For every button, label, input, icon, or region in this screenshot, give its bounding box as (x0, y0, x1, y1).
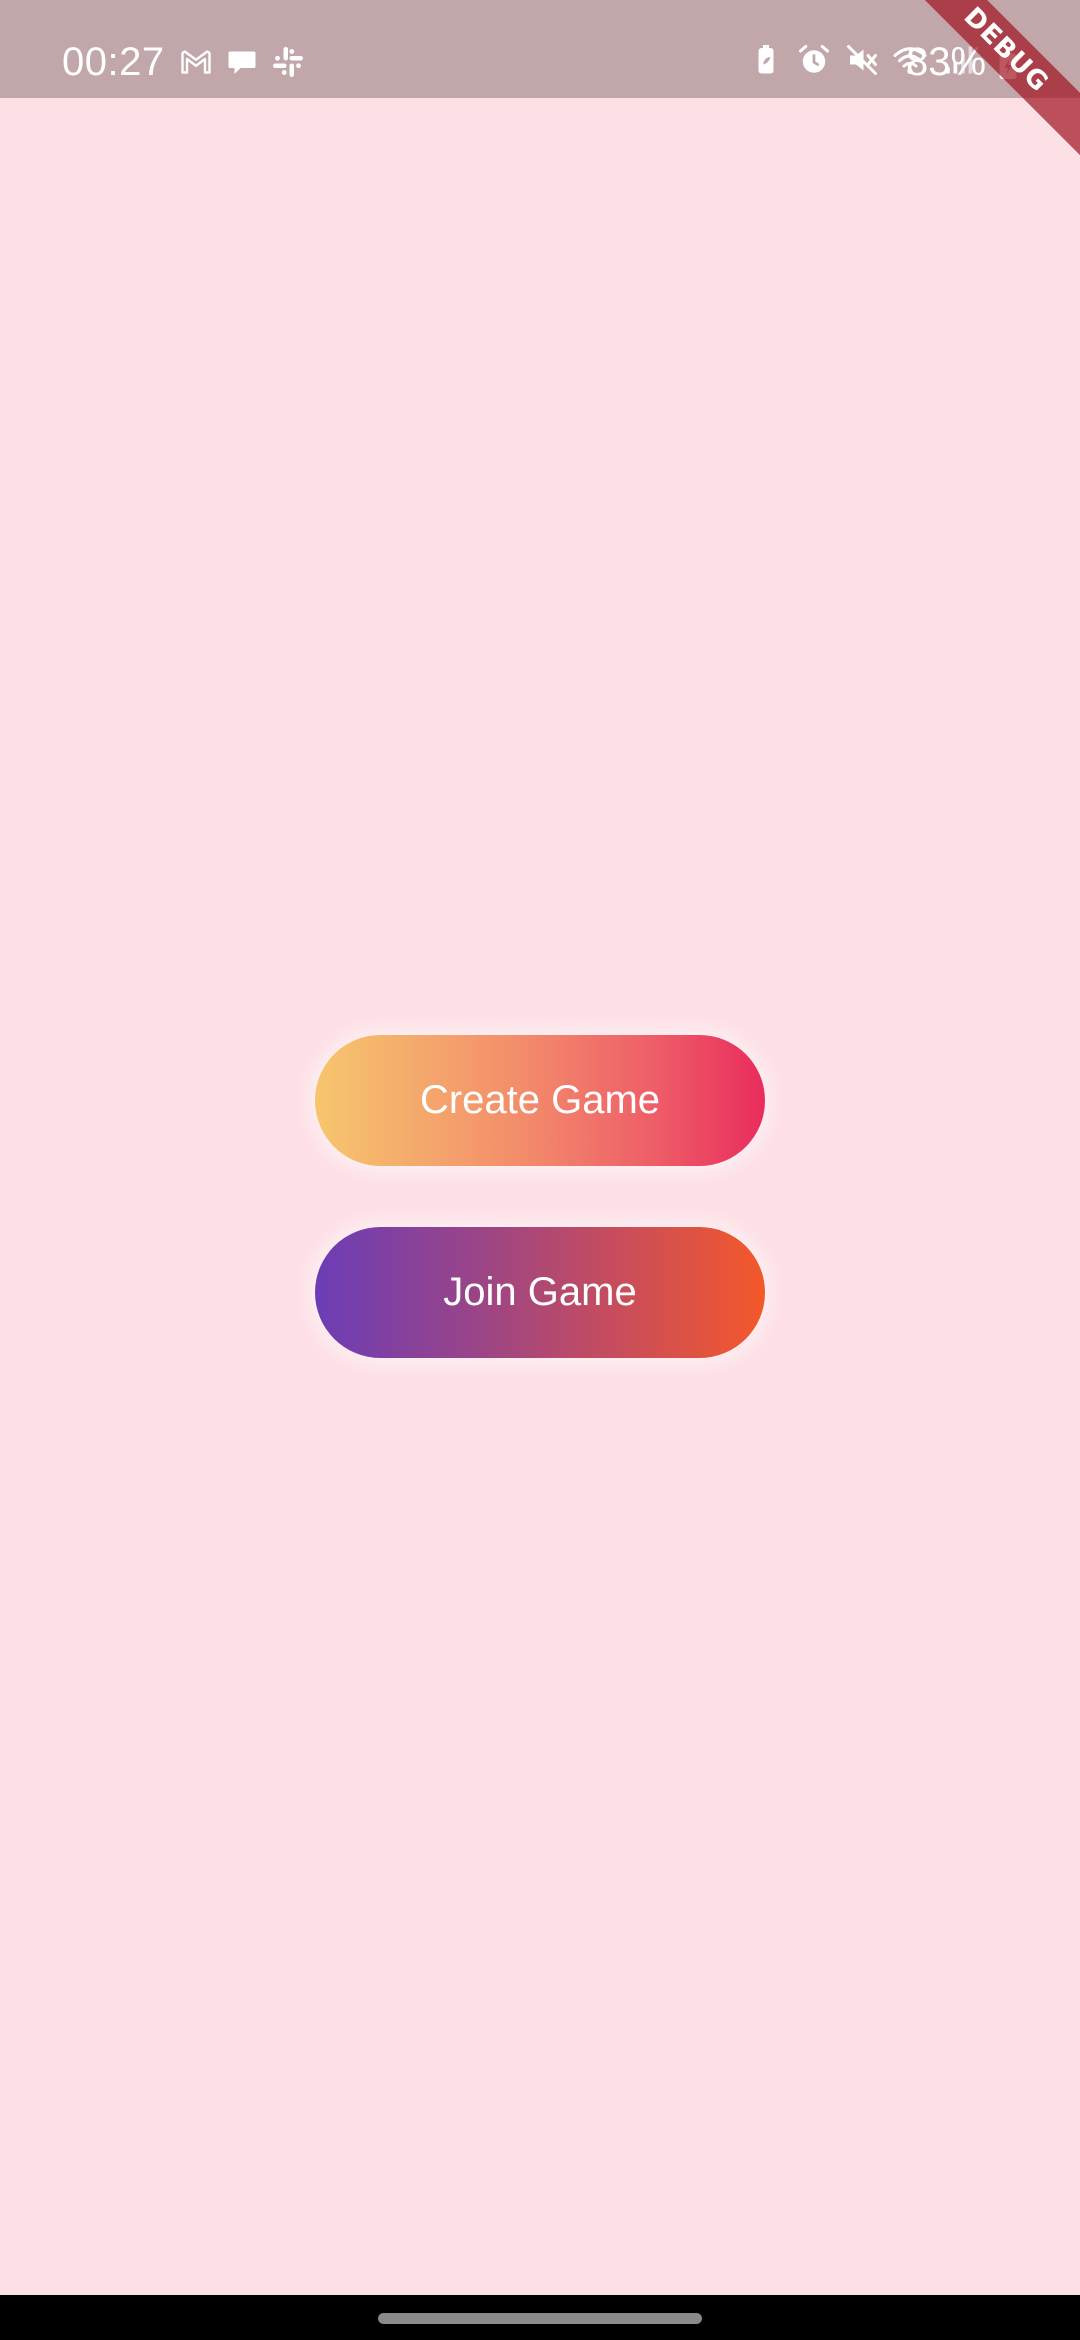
home-gesture-handle[interactable] (378, 2313, 702, 2324)
notification-icons (178, 44, 306, 80)
gmail-icon (181, 50, 211, 74)
status-time: 00:27 (62, 40, 165, 84)
app-screen: 00:27 83% DEBUG Create Game Join Game (0, 0, 1080, 2340)
battery-saver-icon (758, 45, 774, 74)
create-game-button[interactable]: Create Game (315, 1035, 765, 1166)
mute-icon (847, 45, 877, 75)
alarm-icon (799, 45, 829, 73)
slack-icon (273, 47, 303, 77)
navigation-bar (0, 2295, 1080, 2340)
join-game-label: Join Game (443, 1270, 637, 1314)
create-game-label: Create Game (419, 1078, 661, 1122)
chat-bubble-icon (228, 51, 256, 74)
status-bar: 00:27 83% (0, 0, 1080, 98)
join-game-button[interactable]: Join Game (315, 1227, 765, 1358)
